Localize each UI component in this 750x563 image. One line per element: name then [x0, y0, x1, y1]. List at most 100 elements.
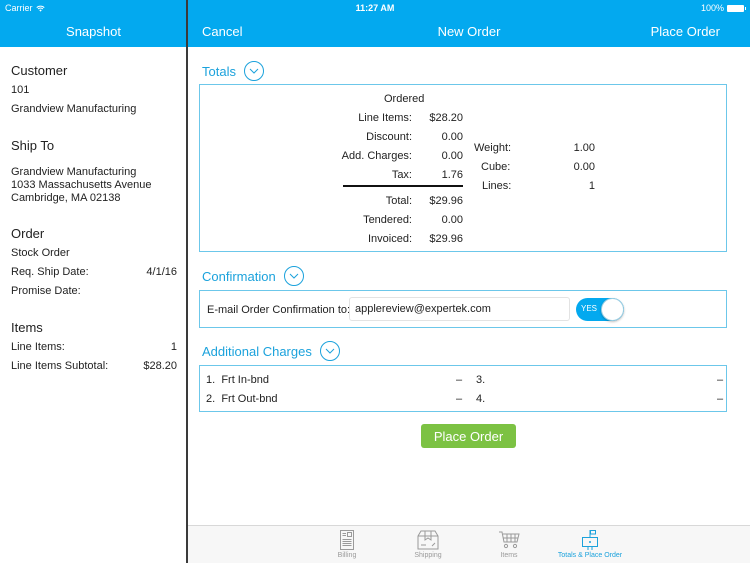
metric-label: Weight: — [474, 142, 512, 154]
ship-to-line2: 1033 Massachusetts Avenue — [11, 179, 152, 191]
customer-name: Grandview Manufacturing — [11, 103, 137, 115]
charge-value: – — [456, 374, 463, 386]
ship-to-line3: Cambridge, MA 02138 — [11, 192, 121, 204]
summary-row-value: 0.00 — [441, 214, 463, 226]
totals-collapse-toggle[interactable] — [243, 61, 264, 81]
req-ship-date-row: Req. Ship Date: 4/1/16 — [11, 266, 177, 278]
subtotal-value: $28.20 — [143, 360, 177, 372]
charge-number: 2. — [206, 393, 216, 405]
metric-value: 1 — [588, 180, 595, 192]
totals-row-value: 0.00 — [441, 150, 463, 162]
req-ship-date-label: Req. Ship Date: — [11, 266, 89, 278]
totals-column-header: Ordered — [384, 93, 425, 105]
email-confirmation-input[interactable] — [349, 297, 570, 321]
charge-item[interactable]: 3. — [476, 374, 485, 386]
top-bar: Carrier 11:27 AM 100% Snapshot Cancel Ne… — [0, 0, 750, 47]
promise-date-row: Promise Date: — [11, 285, 177, 297]
line-items-label: Line Items: — [11, 341, 65, 353]
promise-date-label: Promise Date: — [11, 285, 81, 297]
line-items-row: Line Items: 1 — [11, 341, 177, 353]
totals-panel: Ordered Line Items: $28.20 Discount: 0.0… — [199, 84, 727, 252]
order-type: Stock Order — [11, 247, 70, 259]
charge-item[interactable]: 2. Frt Out-bnd — [206, 393, 278, 405]
shopping-cart-icon — [499, 531, 520, 549]
billing-document-icon — [340, 530, 354, 550]
nav-place-order-button[interactable]: Place Order — [651, 24, 720, 39]
tab-label: Items — [500, 552, 518, 559]
ship-to-line1: Grandview Manufacturing — [11, 166, 137, 178]
ship-to-heading: Ship To — [11, 138, 55, 153]
confirmation-collapse-toggle[interactable] — [283, 266, 304, 286]
totals-row-label: Tax: — [391, 169, 412, 181]
totals-row-label: Add. Charges: — [341, 150, 412, 162]
summary-row-label: Total: — [385, 195, 412, 207]
totals-row-label: Line Items: — [358, 112, 412, 124]
confirmation-section-header: Confirmation — [202, 266, 304, 286]
totals-row-value: $28.20 — [429, 112, 463, 124]
charge-item[interactable]: 1. Frt In-bnd — [206, 374, 269, 386]
battery-icon — [727, 4, 746, 12]
customer-number: 101 — [11, 84, 30, 96]
summary-row-label: Invoiced: — [367, 233, 412, 245]
totals-row-label: Discount: — [366, 131, 412, 143]
tab-shipping[interactable]: Shipping — [383, 528, 473, 559]
tab-items[interactable]: Items — [464, 528, 554, 559]
email-confirmation-toggle[interactable]: YES — [576, 298, 624, 321]
summary-row-value: $29.96 — [429, 195, 463, 207]
metric-value: 1.00 — [573, 142, 595, 154]
sidebar-title: Snapshot — [66, 24, 121, 39]
line-items-value: 1 — [170, 341, 177, 353]
toggle-knob — [601, 298, 624, 321]
charge-value: – — [456, 393, 463, 405]
subtotal-label: Line Items Subtotal: — [11, 360, 109, 372]
main-content: Totals Ordered Line Items: $28.20 Discou… — [188, 47, 750, 525]
order-heading: Order — [11, 226, 45, 241]
status-bar: Carrier 11:27 AM 100% — [0, 0, 750, 16]
toggle-label: YES — [581, 304, 598, 313]
charge-number: 4. — [476, 393, 486, 405]
nav-bar: Cancel New Order Place Order — [188, 16, 750, 47]
clock: 11:27 AM — [355, 3, 395, 13]
battery-percent: 100% — [700, 3, 724, 13]
tab-label: Billing — [337, 552, 357, 559]
customer-heading: Customer — [11, 63, 68, 78]
metric-label: Lines: — [482, 180, 512, 192]
totals-title: Totals — [202, 63, 236, 79]
metric-value: 0.00 — [573, 161, 595, 173]
totals-section-header: Totals — [202, 61, 264, 81]
summary-row-value: $29.96 — [429, 233, 463, 245]
charge-name: Frt In-bnd — [221, 374, 269, 386]
tab-totals-place-order[interactable]: Totals & Place Order — [545, 528, 635, 559]
line-items-subtotal-row: Line Items Subtotal: $28.20 — [11, 360, 177, 372]
confirmation-title: Confirmation — [202, 268, 276, 284]
tab-label: Totals & Place Order — [557, 552, 623, 559]
summary-row-label: Tendered: — [363, 214, 412, 226]
additional-charges-collapse-toggle[interactable] — [319, 341, 340, 361]
additional-charges-title: Additional Charges — [202, 343, 312, 359]
battery-indicator: 100% — [700, 3, 746, 13]
totals-row-value: 1.76 — [441, 169, 463, 181]
req-ship-date-value: 4/1/16 — [146, 266, 177, 278]
chevron-down-icon — [325, 348, 335, 354]
email-confirmation-label: E-mail Order Confirmation to: — [207, 304, 351, 316]
chevron-down-icon — [249, 68, 259, 74]
additional-charges-panel: 1. Frt In-bnd – 2. Frt Out-bnd – 3. – 4.… — [199, 365, 727, 412]
mailbox-flag-icon — [582, 530, 598, 550]
totals-divider-rule — [343, 185, 463, 187]
items-heading: Items — [11, 320, 43, 335]
charge-item[interactable]: 4. — [476, 393, 485, 405]
place-order-button[interactable]: Place Order — [421, 424, 516, 448]
tab-label: Shipping — [414, 552, 442, 559]
totals-row-value: 0.00 — [441, 131, 463, 143]
bottom-tab-bar: Billing Shipping Items Totals & Place Or… — [188, 525, 750, 563]
charge-name: Frt Out-bnd — [221, 393, 278, 405]
chevron-down-icon — [289, 273, 299, 279]
confirmation-panel: E-mail Order Confirmation to: YES — [199, 290, 727, 328]
metric-label: Cube: — [481, 161, 511, 173]
charge-number: 1. — [206, 374, 216, 386]
charge-value: – — [717, 374, 724, 386]
shipping-box-icon — [417, 530, 439, 550]
charge-number: 3. — [476, 374, 486, 386]
charge-value: – — [717, 393, 724, 405]
tab-billing[interactable]: Billing — [302, 528, 392, 559]
